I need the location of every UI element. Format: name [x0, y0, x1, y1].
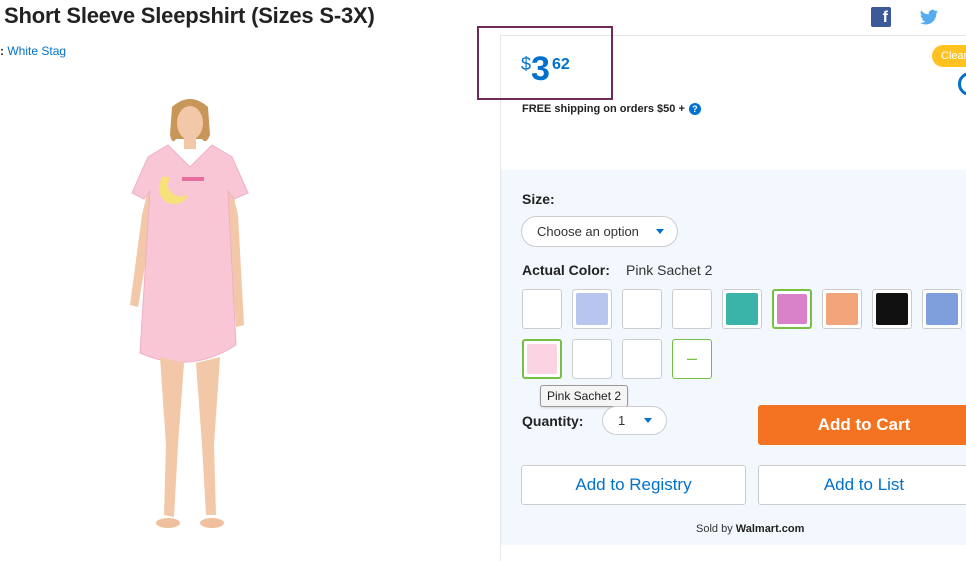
swatch-6[interactable] [772, 289, 812, 329]
sold-by: Sold by Walmart.com [696, 523, 804, 535]
swatch-2-fill [576, 293, 608, 325]
swatch-9-fill [926, 293, 958, 325]
brand-line: : White Stag [0, 44, 66, 58]
swatch-10[interactable] [522, 339, 562, 379]
price-whole: 3 [531, 50, 550, 88]
quantity-select[interactable]: 1 [602, 406, 667, 435]
swatch-8-fill [876, 293, 908, 325]
face-shape [177, 106, 203, 140]
swatch-4[interactable] [672, 289, 712, 329]
swatch-tooltip: Pink Sachet 2 [540, 385, 629, 407]
add-to-registry-button[interactable]: Add to Registry [521, 465, 746, 505]
swatch-2[interactable] [572, 289, 612, 329]
shipping-note: FREE shipping on orders $50 + ? [522, 103, 701, 115]
brand-prefix: : [0, 44, 4, 58]
swatch-6-fill [777, 294, 807, 324]
price-currency: $ [521, 54, 532, 74]
size-label: Size: [522, 191, 555, 207]
collapse-swatches-button[interactable]: – [672, 339, 712, 379]
sold-by-prefix: Sold by [696, 523, 733, 535]
swatch-1[interactable] [522, 289, 562, 329]
color-label: Actual Color: [522, 262, 610, 278]
swatch-5-fill [726, 293, 758, 325]
product-image[interactable] [110, 95, 270, 545]
swatch-7[interactable] [822, 289, 862, 329]
left-foot-shape [156, 518, 180, 528]
right-leg-shape [196, 357, 220, 515]
swatch-5[interactable] [722, 289, 762, 329]
clearance-badge: Clearance [932, 45, 966, 67]
add-to-list-button[interactable]: Add to List [758, 465, 966, 505]
neck-shape [184, 137, 196, 149]
quantity-label: Quantity: [522, 413, 584, 429]
help-icon[interactable]: ? [688, 103, 701, 115]
chevron-down-icon [644, 418, 652, 423]
right-foot-shape [200, 518, 224, 528]
chevron-down-icon [656, 229, 664, 234]
swatch-8[interactable] [872, 289, 912, 329]
swatch-9[interactable] [922, 289, 962, 329]
left-leg-shape [160, 357, 184, 517]
seller-name[interactable]: Walmart.com [736, 523, 805, 535]
graphic-text [182, 177, 204, 181]
quantity-value: 1 [618, 413, 626, 428]
swatch-10-fill [527, 344, 557, 374]
facebook-glyph: f [882, 9, 888, 26]
swatch-3[interactable] [622, 289, 662, 329]
size-select[interactable]: Choose an option [521, 216, 678, 247]
add-to-cart-button[interactable]: Add to Cart [758, 405, 966, 445]
brand-link[interactable]: White Stag [7, 44, 66, 58]
facebook-icon[interactable]: f [871, 7, 891, 27]
product-title: Short Sleeve Sleepshirt (Sizes S-3X) [4, 3, 375, 28]
price: $3 62 [521, 50, 570, 89]
price-cents: 62 [551, 56, 570, 73]
swatch-11[interactable] [572, 339, 612, 379]
swatch-12[interactable] [622, 339, 662, 379]
twitter-icon[interactable] [919, 7, 939, 27]
size-select-value: Choose an option [537, 224, 639, 239]
shipping-text: FREE shipping on orders $50 + [522, 103, 685, 115]
color-value: Pink Sachet 2 [626, 262, 713, 278]
swatch-7-fill [826, 293, 858, 325]
